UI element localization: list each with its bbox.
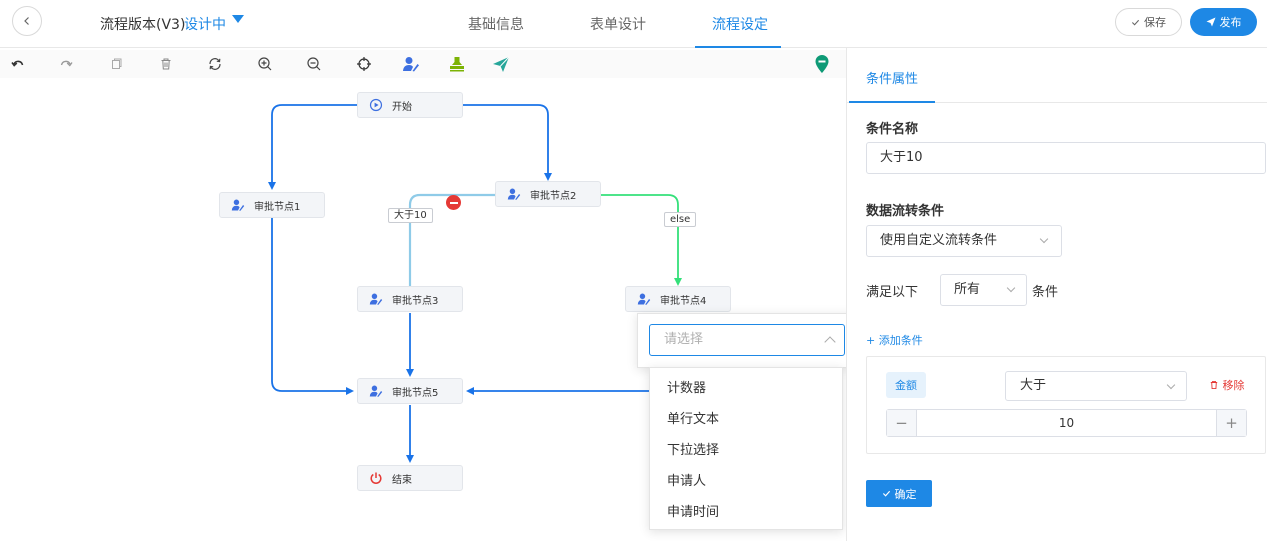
node-label: 审批节点2 (530, 190, 577, 202)
satisfy-prefix: 满足以下 (866, 285, 919, 300)
active-tab-indicator (695, 46, 781, 48)
back-button[interactable] (12, 6, 42, 36)
chevron-down-icon (1166, 380, 1176, 390)
tab-basic-info[interactable]: 基础信息 (468, 14, 524, 34)
flow-node-approval-1[interactable]: 审批节点1 (219, 192, 325, 218)
confirm-button[interactable]: 确定 (866, 480, 932, 507)
flow-node-start[interactable]: 开始 (357, 92, 463, 118)
tab-condition-properties[interactable]: 条件属性 (866, 68, 918, 87)
delete-icon[interactable] (156, 54, 176, 74)
refresh-icon[interactable] (205, 54, 225, 74)
zoom-in-icon[interactable] (255, 54, 275, 74)
approver-icon (506, 186, 522, 202)
satisfy-value: 所有 (954, 282, 981, 297)
condition-properties-panel: 条件属性 条件名称 大于10 数据流转条件 使用自定义流转条件 满足以下 所有 … (846, 48, 1267, 541)
increment-button[interactable]: + (1216, 410, 1246, 436)
option-single-text[interactable]: 单行文本 (650, 404, 842, 435)
top-header: 流程版本(V3) 设计中 基础信息 表单设计 流程设定 保存 发布 (0, 0, 1267, 48)
decrement-button[interactable]: − (887, 410, 917, 436)
locate-icon[interactable] (354, 54, 374, 74)
save-label: 保存 (1144, 16, 1166, 29)
status-dropdown[interactable]: 设计中 (184, 14, 226, 34)
page-title: 流程版本(V3) (100, 17, 186, 33)
caret-down-icon[interactable] (232, 15, 244, 23)
edge-start-n1 (268, 104, 357, 190)
save-button[interactable]: 保存 (1115, 8, 1182, 36)
flow-condition-label: 数据流转条件 (866, 204, 945, 219)
send-icon (1206, 17, 1215, 27)
node-label: 审批节点3 (392, 295, 439, 307)
edge-start-n2 (463, 104, 552, 181)
undo-icon[interactable] (8, 54, 28, 74)
flow-node-approval-5[interactable]: 审批节点5 (357, 378, 463, 404)
node-label: 开始 (392, 101, 412, 113)
satisfy-suffix: 条件 (1032, 285, 1059, 300)
approver-icon (368, 383, 384, 399)
flow-node-approval-3[interactable]: 审批节点3 (357, 286, 463, 312)
flow-condition-value: 使用自定义流转条件 (880, 233, 998, 248)
option-dropdown-select[interactable]: 下拉选择 (650, 435, 842, 466)
approver-icon (230, 197, 246, 213)
operator-select[interactable]: 大于 (1005, 371, 1187, 401)
field-options-list: 计数器 单行文本 下拉选择 申请人 申请时间 (649, 367, 843, 530)
remove-label: 移除 (1222, 379, 1245, 392)
flow-node-approval-2[interactable]: 审批节点2 (495, 181, 601, 207)
option-applicant[interactable]: 申请人 (650, 466, 842, 497)
send-icon[interactable] (491, 54, 511, 74)
option-counter[interactable]: 计数器 (650, 373, 842, 404)
approver-icon (636, 291, 652, 307)
operator-value: 大于 (1020, 378, 1047, 393)
check-icon (882, 490, 890, 497)
redo-icon[interactable] (56, 54, 76, 74)
edge-n1-n5 (271, 218, 354, 395)
approver-icon[interactable] (401, 54, 421, 74)
edge-n2-n4 (601, 194, 682, 286)
option-apply-time[interactable]: 申请时间 (650, 497, 842, 528)
add-condition-link[interactable]: + 添加条件 (866, 332, 923, 348)
panel-tab-indicator (849, 101, 935, 103)
node-label: 结束 (392, 474, 412, 486)
condition-row: 金额 大于 移除 − 10 + (866, 356, 1266, 454)
publish-button[interactable]: 发布 (1190, 8, 1257, 36)
approver-icon (368, 291, 384, 307)
value-stepper: − 10 + (886, 409, 1247, 437)
flow-node-approval-4[interactable]: 审批节点4 (625, 286, 731, 312)
remove-edge-icon[interactable] (446, 195, 461, 210)
condition-field-tag[interactable]: 金额 (886, 372, 926, 398)
confirm-label: 确定 (894, 487, 917, 501)
node-label: 审批节点5 (392, 387, 439, 399)
node-label: 审批节点4 (660, 295, 707, 307)
publish-label: 发布 (1219, 16, 1242, 29)
chevron-left-icon (24, 17, 29, 25)
stamp-icon[interactable] (447, 54, 467, 74)
play-icon (368, 97, 384, 113)
power-icon (368, 470, 384, 486)
tab-flow-settings[interactable]: 流程设定 (712, 14, 768, 34)
trash-icon (1210, 380, 1218, 390)
flow-toolbar (0, 50, 846, 78)
map-pin-icon[interactable] (812, 54, 832, 74)
condition-name-input[interactable]: 大于10 (866, 142, 1266, 174)
field-select-input[interactable]: 请选择 (649, 324, 845, 356)
stepper-value[interactable]: 10 (917, 410, 1216, 436)
condition-name-label: 条件名称 (866, 122, 919, 137)
satisfy-select[interactable]: 所有 (940, 274, 1027, 306)
tab-form-design[interactable]: 表单设计 (590, 14, 646, 34)
node-label: 审批节点1 (254, 201, 301, 213)
remove-condition-button[interactable]: 移除 (1209, 377, 1245, 393)
chevron-down-icon (1039, 234, 1049, 244)
edge-label-gt10[interactable]: 大于10 (388, 208, 433, 223)
flow-condition-select[interactable]: 使用自定义流转条件 (866, 225, 1062, 257)
chevron-down-icon (1006, 283, 1016, 293)
copy-icon[interactable] (106, 54, 126, 74)
edge-label-else[interactable]: else (664, 212, 697, 227)
check-icon (1131, 19, 1140, 26)
zoom-out-icon[interactable] (304, 54, 324, 74)
flow-node-end[interactable]: 结束 (357, 465, 463, 491)
field-select-popover: 请选择 (637, 313, 855, 368)
